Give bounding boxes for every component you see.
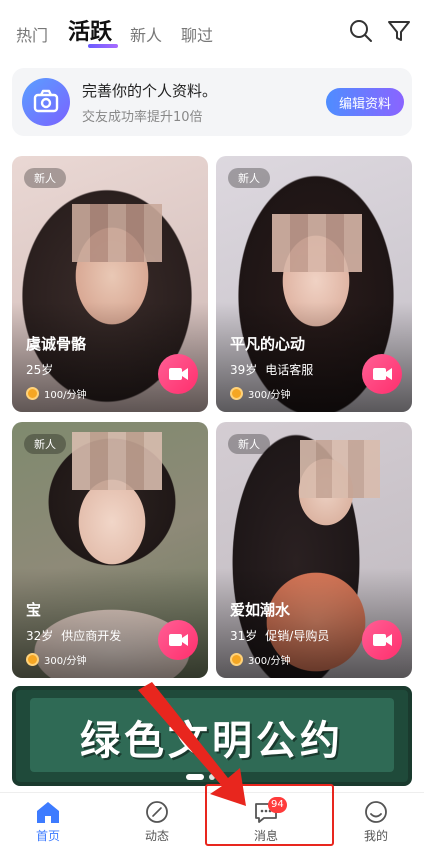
video-call-button[interactable] xyxy=(362,354,402,394)
banner-title: 完善你的个人资料。 xyxy=(82,82,218,100)
user-card[interactable]: 新人 虞诚骨骼 25岁 100/分钟 xyxy=(12,156,208,412)
user-meta: 32岁 供应商开发 xyxy=(26,627,121,644)
coin-icon xyxy=(26,387,39,400)
user-job: 供应商开发 xyxy=(61,629,122,643)
video-call-button[interactable] xyxy=(158,354,198,394)
user-age: 32岁 xyxy=(26,629,54,643)
new-user-badge: 新人 xyxy=(228,168,270,188)
user-meta: 25岁 xyxy=(26,361,53,378)
user-name: 平凡的心动 xyxy=(230,335,306,353)
carousel-dot-active xyxy=(186,774,204,780)
user-name: 宝 xyxy=(26,601,42,619)
coin-icon xyxy=(230,653,243,666)
edit-profile-button[interactable]: 编辑资料 xyxy=(326,88,404,116)
user-age: 25岁 xyxy=(26,363,54,377)
video-camera-icon xyxy=(373,368,392,380)
profile-icon xyxy=(365,801,387,823)
nav-profile-label: 我的 xyxy=(363,829,388,843)
price-text: 300/分钟 xyxy=(248,390,291,401)
price-text: 100/分钟 xyxy=(44,390,87,401)
user-age: 31岁 xyxy=(230,629,258,643)
user-meta: 31岁 促销/导购员 xyxy=(230,627,329,644)
call-price: 300/分钟 xyxy=(26,652,86,667)
video-camera-icon xyxy=(169,634,188,646)
price-text: 300/分钟 xyxy=(44,656,87,667)
privacy-mosaic xyxy=(272,214,362,272)
carousel-indicator xyxy=(186,774,226,780)
user-card[interactable]: 新人 平凡的心动 39岁 电话客服 300/分钟 xyxy=(216,156,412,412)
camera-icon xyxy=(22,78,70,126)
tab-hot[interactable]: 热门 xyxy=(16,22,48,46)
tab-chatted[interactable]: 聊过 xyxy=(181,22,213,46)
active-tab-indicator xyxy=(88,44,118,48)
coin-icon xyxy=(26,653,39,666)
video-camera-icon xyxy=(373,634,392,646)
user-meta: 39岁 电话客服 xyxy=(230,361,313,378)
user-job: 促销/导购员 xyxy=(265,629,330,643)
new-user-badge: 新人 xyxy=(24,168,66,188)
top-bar: 热门 活跃 新人 聊过 xyxy=(0,0,424,64)
user-card[interactable]: 新人 爱如潮水 31岁 促销/导购员 300/分钟 xyxy=(216,422,412,678)
video-camera-icon xyxy=(169,368,188,380)
ad-banner[interactable]: 绿色文明公约 xyxy=(12,686,412,786)
coin-icon xyxy=(230,387,243,400)
banner-subtitle: 交友成功率提升10倍 xyxy=(82,110,203,125)
filter-icon[interactable] xyxy=(386,18,412,44)
user-card[interactable]: 新人 宝 32岁 供应商开发 300/分钟 xyxy=(12,422,208,678)
nav-home-label: 首页 xyxy=(35,829,60,843)
user-name: 爱如潮水 xyxy=(230,601,291,619)
search-icon[interactable] xyxy=(348,18,374,44)
privacy-mosaic xyxy=(300,440,380,498)
call-price: 300/分钟 xyxy=(230,386,290,401)
nav-profile[interactable]: 我的 xyxy=(336,799,416,844)
video-call-button[interactable] xyxy=(158,620,198,660)
carousel-dot xyxy=(209,774,215,780)
nav-feed[interactable]: 动态 xyxy=(117,799,197,844)
annotation-highlight-box xyxy=(205,784,334,846)
call-price: 100/分钟 xyxy=(26,386,86,401)
privacy-mosaic xyxy=(72,432,162,490)
nav-feed-label: 动态 xyxy=(144,829,169,843)
privacy-mosaic xyxy=(72,204,162,262)
user-job: 电话客服 xyxy=(265,363,314,377)
user-name: 虞诚骨骼 xyxy=(26,335,87,353)
call-price: 300/分钟 xyxy=(230,652,290,667)
ad-banner-text: 绿色文明公约 xyxy=(80,717,344,764)
carousel-dot xyxy=(220,774,226,780)
nav-home[interactable]: 首页 xyxy=(8,799,88,844)
user-age: 39岁 xyxy=(230,363,258,377)
compass-icon xyxy=(146,801,168,823)
tab-new[interactable]: 新人 xyxy=(130,22,162,46)
video-call-button[interactable] xyxy=(362,620,402,660)
price-text: 300/分钟 xyxy=(248,656,291,667)
tab-active[interactable]: 活跃 xyxy=(68,14,112,46)
new-user-badge: 新人 xyxy=(228,434,270,454)
profile-completion-banner[interactable]: 完善你的个人资料。 交友成功率提升10倍 编辑资料 xyxy=(12,68,412,136)
home-icon xyxy=(37,802,59,823)
new-user-badge: 新人 xyxy=(24,434,66,454)
